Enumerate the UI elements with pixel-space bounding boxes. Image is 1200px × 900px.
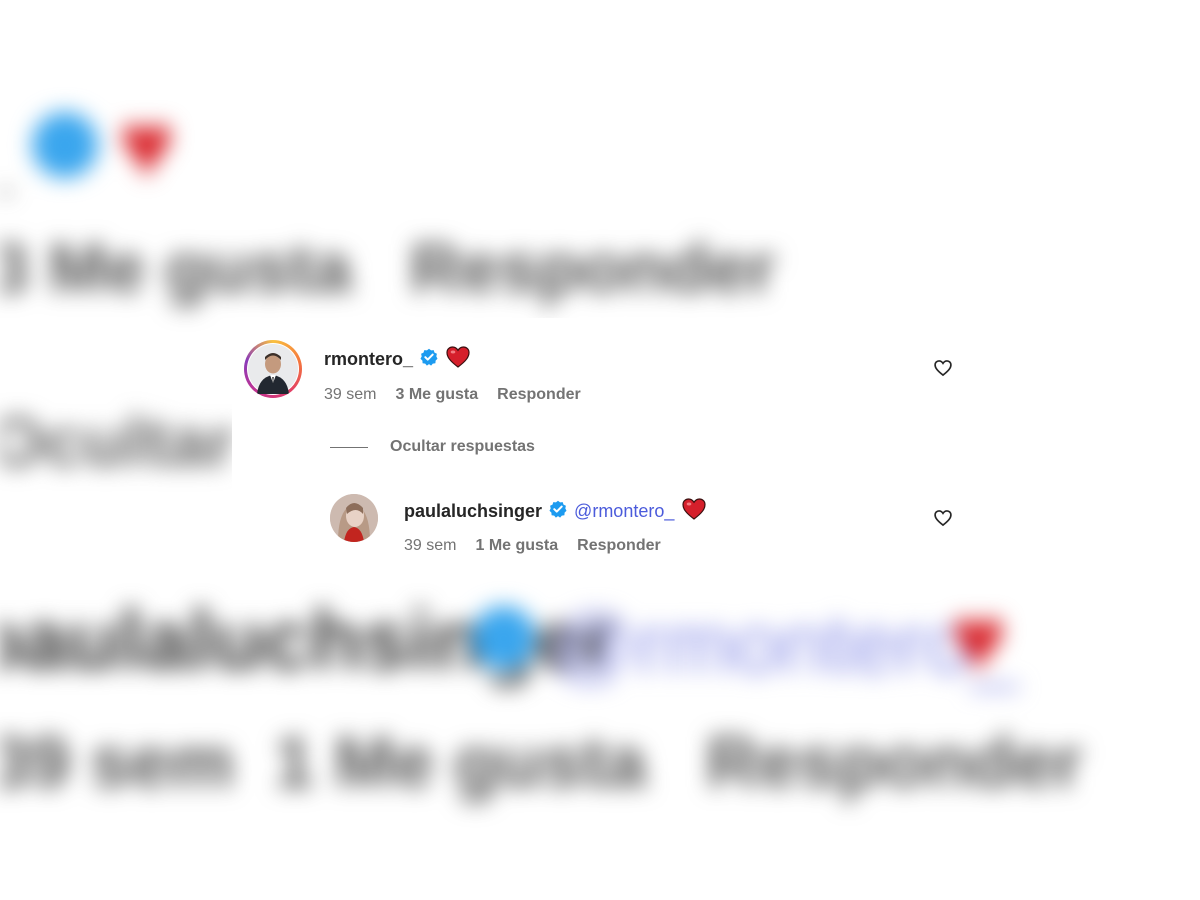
reply-username[interactable]: paulaluchsinger xyxy=(404,501,542,522)
hide-replies-divider xyxy=(330,446,368,448)
bg-username: _ xyxy=(0,100,11,205)
heart-emoji-icon xyxy=(682,498,706,524)
reply-mention-link[interactable]: @rmontero_ xyxy=(574,501,674,522)
profile-photo-icon xyxy=(330,494,378,542)
comment-thread: rmontero_ 39 sem 3 Me gusta Responder Oc… xyxy=(232,318,954,570)
comment-likes-count[interactable]: 3 Me gusta xyxy=(395,386,478,404)
heart-emoji-icon xyxy=(446,346,470,372)
bg-heart-icon: ♥ xyxy=(118,92,175,199)
hide-replies-label[interactable]: Ocultar respuestas xyxy=(390,438,535,456)
verified-badge-icon xyxy=(549,500,567,523)
avatar-paulaluchsinger[interactable] xyxy=(330,494,378,542)
bg-heart-icon-2: ♥ xyxy=(950,586,1007,693)
avatar-rmontero[interactable] xyxy=(244,340,302,398)
hide-replies-toggle[interactable]: Ocultar respuestas xyxy=(330,438,535,456)
comment-time: 39 sem xyxy=(324,386,377,403)
bg-verified-icon-2 xyxy=(472,606,536,670)
reply-likes-count[interactable]: 1 Me gusta xyxy=(475,537,558,555)
reply-reply-button[interactable]: Responder xyxy=(577,537,661,555)
profile-photo-icon xyxy=(248,344,298,394)
comment-like-heart-icon[interactable] xyxy=(933,358,953,378)
comment-meta: 39 sem 3 Me gusta Responder xyxy=(324,386,600,404)
reply-meta: 39 sem 1 Me gusta Responder xyxy=(404,537,680,555)
bg-meta-row: 3 Me gusta Responder xyxy=(0,229,776,307)
comment-username[interactable]: rmontero_ xyxy=(324,349,413,370)
bg-reply-meta: 39 sem 1 Me gusta Responder xyxy=(0,723,1083,803)
reply-header: paulaluchsinger @rmontero_ xyxy=(404,498,706,524)
verified-badge-icon xyxy=(420,348,438,371)
comment-header: rmontero_ xyxy=(324,346,470,372)
reply-like-heart-icon[interactable] xyxy=(933,508,953,528)
bg-mention: @rmontero_ xyxy=(550,597,1019,691)
bg-verified-icon xyxy=(32,112,98,178)
reply-time: 39 sem xyxy=(404,537,457,554)
comment-reply-button[interactable]: Responder xyxy=(497,386,581,404)
